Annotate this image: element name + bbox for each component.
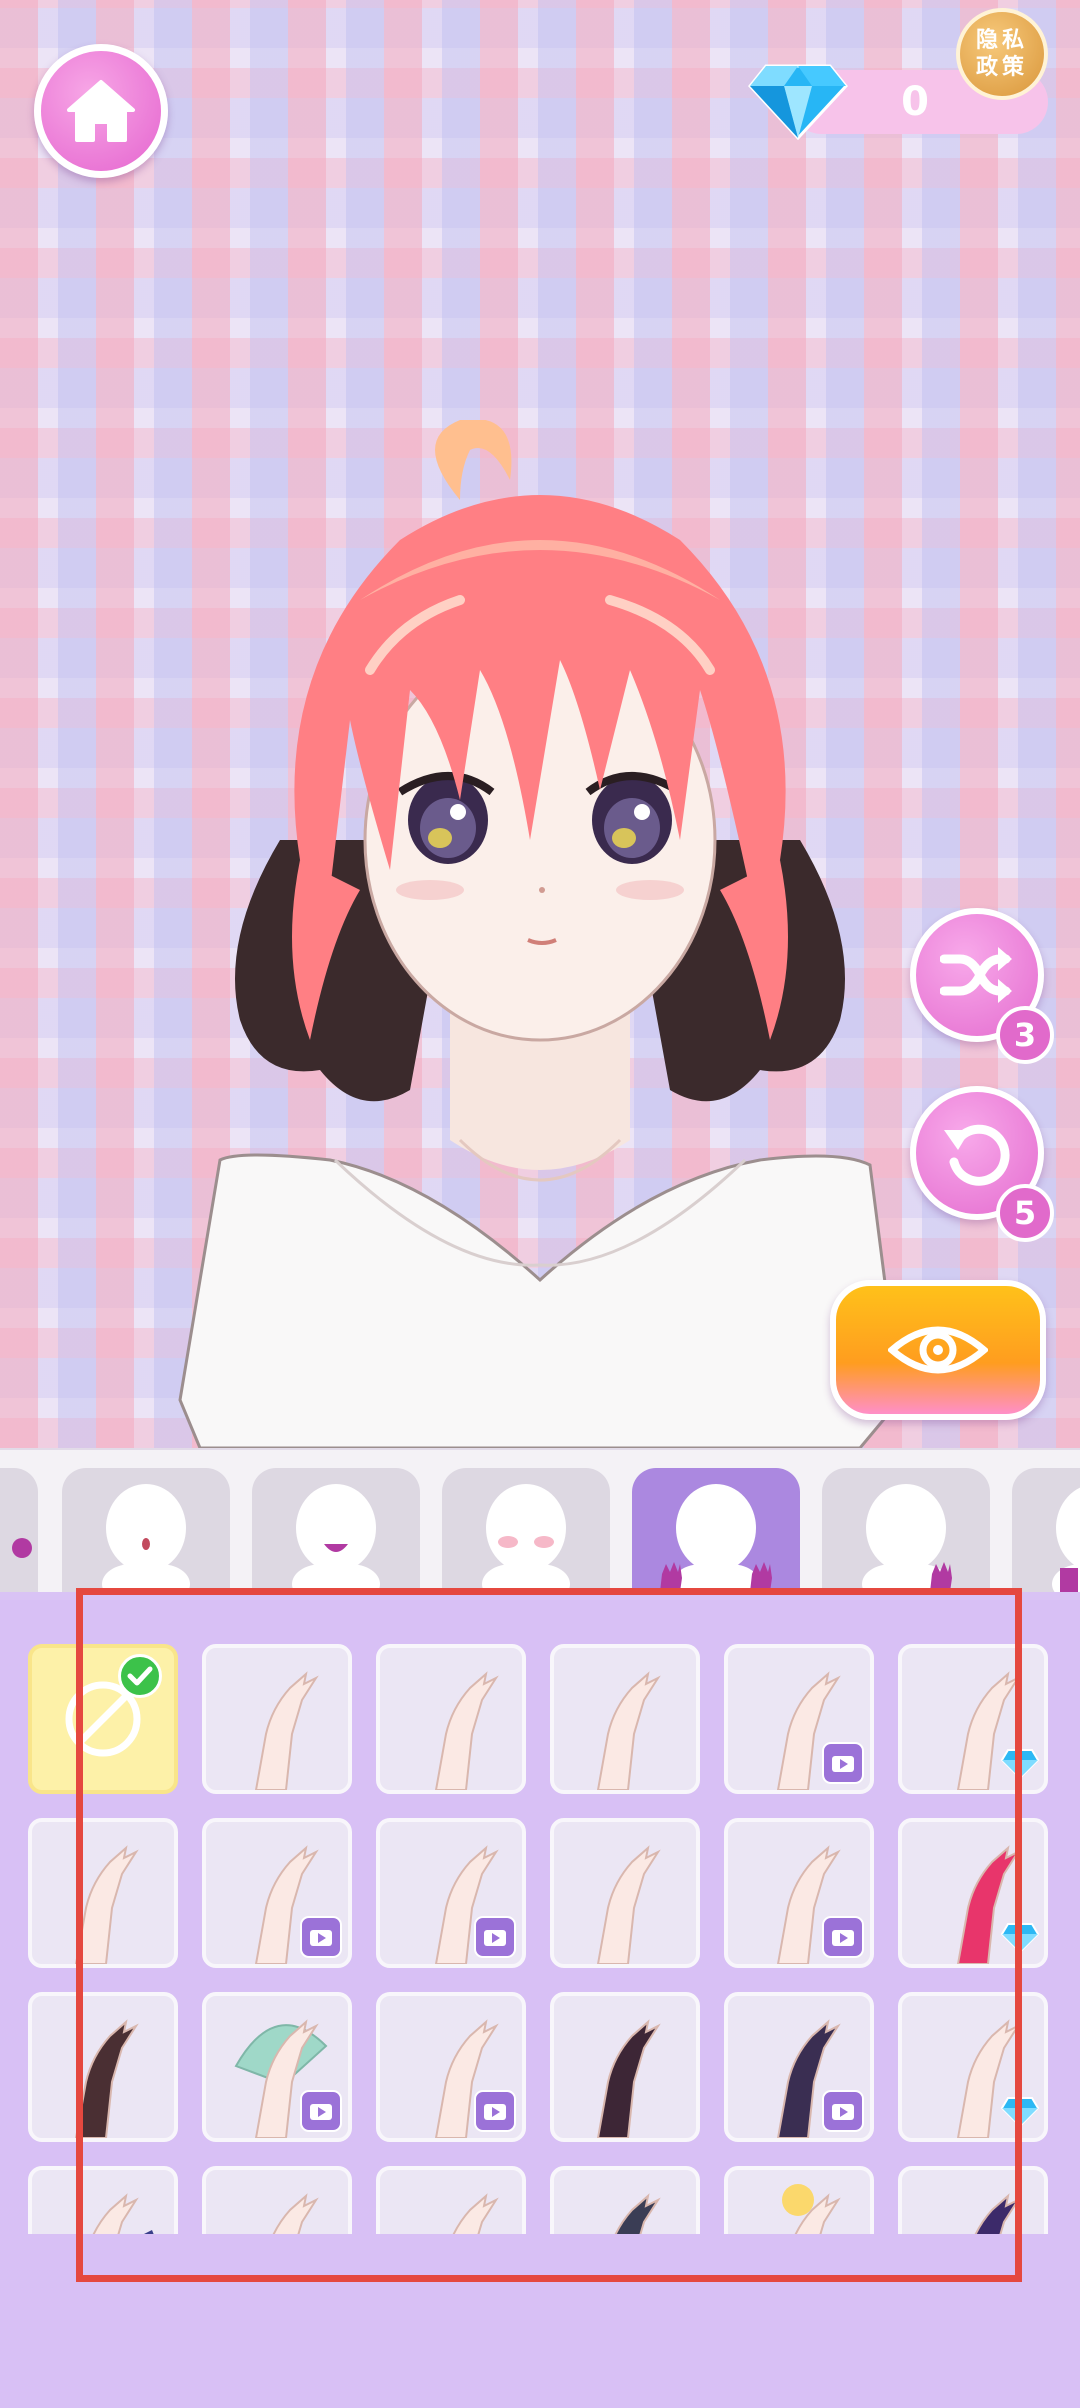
hand-pose-icon <box>272 2193 319 2234</box>
video-ad-badge-icon <box>474 1916 516 1958</box>
pointing-hand-icon <box>974 2193 1021 2234</box>
diamond-icon <box>1000 1749 1040 1780</box>
hand-item[interactable] <box>28 2166 178 2234</box>
undo-icon <box>944 1124 1010 1186</box>
category-tab-blush[interactable] <box>442 1468 610 1592</box>
head-silhouette-icon <box>102 1484 190 1592</box>
fist-hand-icon <box>74 1845 139 1964</box>
diamond-icon <box>748 64 848 140</box>
hand-item[interactable] <box>898 2166 1048 2234</box>
hand-item[interactable] <box>550 1644 700 1794</box>
hand-item[interactable] <box>376 1644 526 1794</box>
hand-item[interactable] <box>376 2166 526 2234</box>
head-silhouette-icon <box>1052 1487 1080 1592</box>
shuffle-icon <box>940 947 1012 1003</box>
category-tab-partial-right[interactable] <box>1012 1468 1080 1592</box>
head-silhouette-icon <box>482 1484 570 1592</box>
hand-pose-icon <box>254 1671 319 1790</box>
hand-item[interactable] <box>550 1992 700 2142</box>
glove-hand-icon <box>74 2019 139 2138</box>
hand-pose-icon <box>596 1845 661 1964</box>
gloved-hand-icon <box>614 2193 661 2234</box>
selected-check-icon <box>118 1654 162 1698</box>
hand-item[interactable] <box>724 1644 874 1794</box>
head-silhouette-icon <box>862 1484 952 1592</box>
hand-item[interactable] <box>550 1818 700 1968</box>
anime-character <box>178 420 902 1448</box>
category-tab-mouth-small[interactable] <box>62 1468 230 1592</box>
black-sleeve-hand-icon <box>596 2019 661 2138</box>
video-ad-badge-icon <box>822 2090 864 2132</box>
head-silhouette-icon <box>292 1484 380 1592</box>
category-tab-hands[interactable] <box>632 1468 800 1592</box>
video-ad-badge-icon <box>300 1916 342 1958</box>
gem-count: 0 <box>901 79 929 125</box>
head-silhouette-icon <box>12 1538 32 1558</box>
privacy-policy-button[interactable]: 隐私政策 <box>956 8 1048 100</box>
eye-icon <box>888 1326 988 1374</box>
undo-count-badge: 5 <box>996 1184 1054 1242</box>
house-icon <box>67 80 135 142</box>
diamond-icon <box>1000 1923 1040 1954</box>
hand-item[interactable] <box>724 1992 874 2142</box>
peace-sign-hand-icon <box>596 1671 661 1790</box>
hand-item[interactable] <box>202 1992 352 2142</box>
category-tab-partial-left[interactable] <box>0 1468 38 1592</box>
hand-item[interactable] <box>376 1818 526 1968</box>
video-ad-badge-icon <box>300 2090 342 2132</box>
hand-item[interactable] <box>898 1992 1048 2142</box>
hand-item[interactable] <box>724 2166 874 2234</box>
wand-hand-icon <box>92 2193 154 2234</box>
home-button[interactable] <box>34 44 168 178</box>
hand-item[interactable] <box>898 1644 1048 1794</box>
hand-item[interactable] <box>202 1818 352 1968</box>
privacy-policy-label: 隐私政策 <box>975 28 1028 80</box>
category-tab-strip <box>0 1448 1080 1592</box>
hand-item[interactable] <box>202 2166 352 2234</box>
head-silhouette-icon <box>660 1484 772 1592</box>
peace-sign-hand-icon <box>452 2193 499 2234</box>
hand-item[interactable] <box>376 1992 526 2142</box>
category-tab-hand-accessory[interactable] <box>822 1468 990 1592</box>
hand-pose-icon <box>434 1671 499 1790</box>
hand-item[interactable] <box>28 1992 178 2142</box>
hand-item[interactable] <box>202 1644 352 1794</box>
preview-button[interactable] <box>830 1280 1046 1420</box>
hand-item[interactable] <box>28 1818 178 1968</box>
video-ad-badge-icon <box>822 1916 864 1958</box>
shuffle-count-badge: 3 <box>996 1006 1054 1064</box>
character-preview-scene: 0 隐私政策 3 5 <box>0 0 1080 1448</box>
video-ad-badge-icon <box>822 1742 864 1784</box>
hand-item[interactable] <box>898 1818 1048 1968</box>
sparkler-hand-icon <box>782 2184 841 2234</box>
hand-item[interactable] <box>724 1818 874 1968</box>
video-ad-badge-icon <box>474 2090 516 2132</box>
category-tab-mouth-smile[interactable] <box>252 1468 420 1592</box>
diamond-icon <box>1000 2097 1040 2128</box>
hand-item[interactable] <box>550 2166 700 2234</box>
hand-item-grid <box>26 1644 1056 2234</box>
